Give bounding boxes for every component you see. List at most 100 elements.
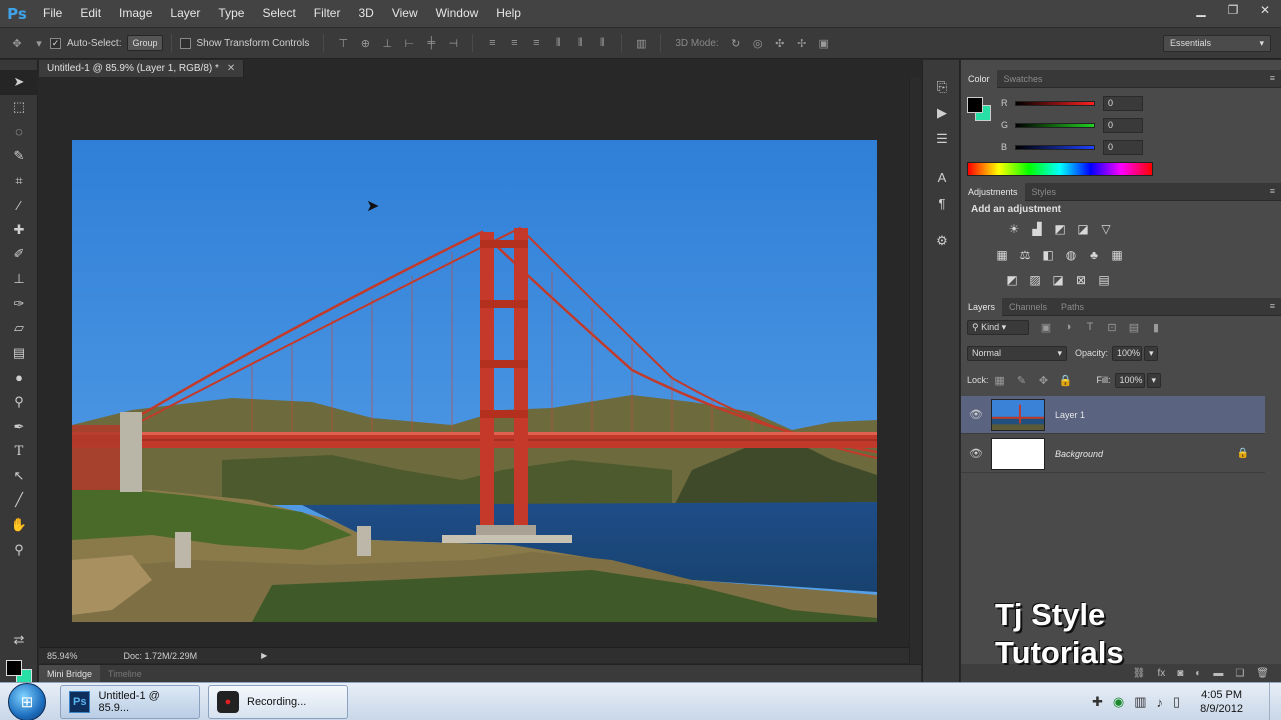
marquee-tool-icon[interactable]: ⬚: [0, 95, 38, 120]
battery-icon[interactable]: ▯: [1173, 694, 1180, 710]
move-tool-icon[interactable]: ➤: [0, 70, 38, 95]
opacity-slider-button[interactable]: ▾: [1144, 345, 1159, 361]
brightness-icon[interactable]: ☀: [1003, 220, 1025, 238]
3d-scale-icon[interactable]: ▣: [817, 36, 831, 50]
tab-channels[interactable]: Channels: [1002, 298, 1054, 316]
layer-row[interactable]: 👁 Layer 1: [961, 396, 1265, 434]
distribute-right-icon[interactable]: ⦀: [595, 36, 609, 50]
posterize-icon[interactable]: ▨: [1024, 271, 1046, 289]
auto-select-dropdown[interactable]: Group: [127, 35, 163, 51]
distribute-left-icon[interactable]: ⦀: [551, 36, 565, 50]
align-bottom-icon[interactable]: ⊥: [380, 36, 394, 50]
zoom-level[interactable]: 85.94%: [47, 651, 78, 661]
black-white-icon[interactable]: ◧: [1037, 246, 1059, 264]
volume-icon[interactable]: ♪: [1157, 695, 1164, 710]
hue-saturation-icon[interactable]: ▦: [991, 246, 1013, 264]
tab-mini-bridge[interactable]: Mini Bridge: [39, 664, 101, 683]
color-balance-icon[interactable]: ⚖: [1014, 246, 1036, 264]
color-lookup-icon[interactable]: ▦: [1106, 246, 1128, 264]
slider-g-track[interactable]: [1015, 122, 1095, 128]
gradient-map-icon[interactable]: ▤: [1093, 271, 1115, 289]
eye-icon[interactable]: 👁: [961, 408, 991, 421]
vertical-scrollbar[interactable]: [909, 78, 921, 668]
show-transform-checkbox[interactable]: [179, 37, 191, 49]
dodge-tool-icon[interactable]: ⚲: [0, 390, 38, 415]
menu-layer[interactable]: Layer: [161, 0, 209, 27]
selective-color-icon[interactable]: ⊠: [1070, 271, 1092, 289]
new-adjustment-icon[interactable]: ◐: [1195, 668, 1201, 679]
filter-toggle-icon[interactable]: ▮: [1149, 320, 1163, 334]
filter-shape-icon[interactable]: ⊡: [1105, 320, 1119, 334]
quick-selection-tool-icon[interactable]: ✎: [0, 144, 38, 169]
history-brush-tool-icon[interactable]: ✑: [0, 291, 38, 316]
menu-type[interactable]: Type: [209, 0, 253, 27]
tray-app-icon[interactable]: ◉: [1113, 694, 1124, 710]
healing-brush-tool-icon[interactable]: ✚: [0, 218, 38, 243]
close-button[interactable]: ✕: [1249, 0, 1281, 20]
panel-menu-icon[interactable]: ≡: [1270, 301, 1275, 311]
tray-plus-icon[interactable]: ✚: [1092, 694, 1103, 710]
slider-g-value[interactable]: 0: [1103, 117, 1143, 133]
hand-tool-icon[interactable]: ✋: [0, 513, 38, 538]
properties-panel-icon[interactable]: ☰: [923, 126, 961, 152]
distribute-hcenter-icon[interactable]: ⦀: [573, 36, 587, 50]
taskbar-item-photoshop[interactable]: Ps Untitled-1 @ 85.9...: [60, 684, 200, 719]
network-icon[interactable]: ▥: [1134, 694, 1146, 710]
layer-filter-dropdown[interactable]: ⚲ Kind ▾: [967, 319, 1029, 335]
eraser-tool-icon[interactable]: ▱: [0, 316, 38, 341]
blur-tool-icon[interactable]: ●: [0, 365, 38, 390]
threshold-icon[interactable]: ◪: [1047, 271, 1069, 289]
minimize-button[interactable]: ▁: [1185, 0, 1217, 20]
tab-timeline[interactable]: Timeline: [100, 665, 150, 683]
new-layer-icon[interactable]: ❑: [1235, 668, 1244, 679]
fill-slider-button[interactable]: ▾: [1146, 372, 1161, 388]
align-vcenter-icon[interactable]: ⊕: [358, 36, 372, 50]
tab-styles[interactable]: Styles: [1025, 183, 1064, 201]
photo-filter-icon[interactable]: ◍: [1060, 246, 1082, 264]
canvas[interactable]: [39, 78, 909, 650]
start-button[interactable]: ⊞: [8, 682, 46, 720]
slider-r[interactable]: R 0: [1001, 95, 1143, 111]
tool-presets-panel-icon[interactable]: ⚙: [923, 228, 961, 254]
auto-align-icon[interactable]: ▥: [634, 36, 648, 50]
menu-window[interactable]: Window: [427, 0, 488, 27]
delete-layer-icon[interactable]: 🗑: [1256, 668, 1269, 679]
layer-name[interactable]: Background: [1055, 449, 1103, 459]
add-mask-icon[interactable]: ◙: [1177, 668, 1183, 679]
panel-foreground-swatch[interactable]: [967, 97, 983, 113]
path-selection-tool-icon[interactable]: ↖: [0, 464, 38, 489]
3d-pan-icon[interactable]: ✣: [773, 36, 787, 50]
taskbar-item-recording[interactable]: ● Recording...: [208, 684, 348, 719]
tab-layers[interactable]: Layers: [961, 297, 1003, 316]
menu-select[interactable]: Select: [253, 0, 304, 27]
auto-select-checkbox[interactable]: ✓: [50, 37, 61, 49]
zoom-tool-icon[interactable]: ⚲: [0, 537, 38, 562]
slider-g[interactable]: G 0: [1001, 117, 1143, 133]
tab-adjustments[interactable]: Adjustments: [961, 182, 1025, 201]
filter-adjustment-icon[interactable]: ◑: [1061, 320, 1075, 334]
type-tool-icon[interactable]: T: [0, 439, 38, 464]
filter-type-icon[interactable]: T: [1083, 320, 1097, 334]
eyedropper-tool-icon[interactable]: ⁄: [0, 193, 38, 218]
pen-tool-icon[interactable]: ✒: [0, 414, 38, 439]
distribute-vcenter-icon[interactable]: ≡: [507, 36, 521, 50]
history-panel-icon[interactable]: ⎘: [923, 74, 961, 100]
exposure-icon[interactable]: ◪: [1072, 220, 1094, 238]
menu-help[interactable]: Help: [487, 0, 530, 27]
3d-rotate-icon[interactable]: ↻: [729, 36, 743, 50]
restore-button[interactable]: ❐: [1217, 0, 1249, 20]
slider-b[interactable]: B 0: [1001, 139, 1143, 155]
tab-paths[interactable]: Paths: [1054, 298, 1091, 316]
menu-image[interactable]: Image: [110, 0, 161, 27]
foreground-color-swatch[interactable]: [6, 660, 22, 676]
color-spectrum[interactable]: [967, 162, 1153, 176]
close-tab-icon[interactable]: ✕: [227, 63, 235, 74]
eye-icon[interactable]: 👁: [961, 447, 991, 460]
distribute-bottom-icon[interactable]: ≡: [529, 36, 543, 50]
align-hcenter-icon[interactable]: ╪: [424, 36, 438, 50]
filter-smart-object-icon[interactable]: ▤: [1127, 320, 1141, 334]
lasso-tool-icon[interactable]: ◌: [0, 119, 38, 144]
menu-filter[interactable]: Filter: [305, 0, 350, 27]
clock[interactable]: 4:05 PM 8/9/2012: [1200, 688, 1243, 716]
menu-3d[interactable]: 3D: [349, 0, 382, 27]
